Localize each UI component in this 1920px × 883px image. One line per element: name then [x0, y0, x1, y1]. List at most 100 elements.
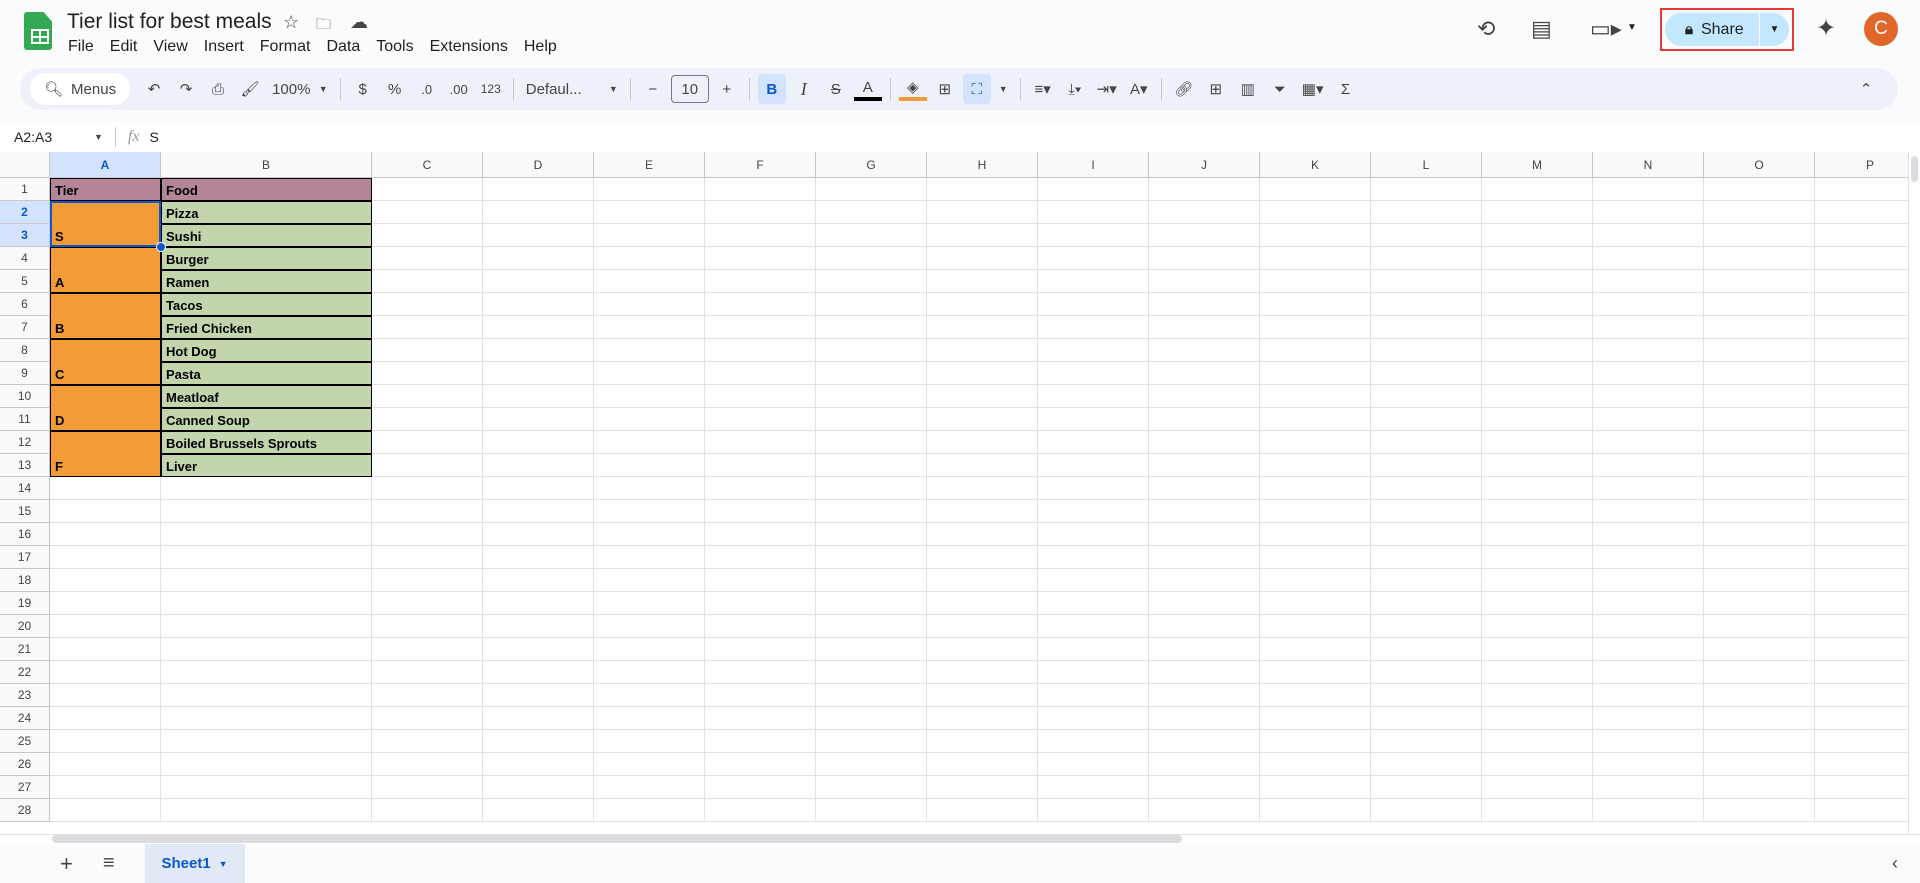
cell[interactable]: [1260, 178, 1371, 201]
cell[interactable]: [927, 707, 1038, 730]
cell[interactable]: [1371, 408, 1482, 431]
decrease-font-size-button[interactable]: −: [639, 74, 667, 104]
cell[interactable]: [1260, 638, 1371, 661]
cell[interactable]: [372, 408, 483, 431]
menu-extensions[interactable]: Extensions: [422, 38, 516, 56]
tier-cell[interactable]: B: [50, 293, 161, 339]
cell[interactable]: [1815, 523, 1908, 546]
cell[interactable]: [50, 707, 161, 730]
cell[interactable]: [816, 293, 927, 316]
cell[interactable]: [1593, 707, 1704, 730]
cell[interactable]: [927, 730, 1038, 753]
cell[interactable]: [1815, 247, 1908, 270]
cell[interactable]: [705, 730, 816, 753]
cell[interactable]: [927, 753, 1038, 776]
name-box[interactable]: A2:A3: [14, 129, 94, 145]
row-header[interactable]: 10: [0, 385, 50, 408]
cell[interactable]: [1149, 592, 1260, 615]
food-cell[interactable]: Pasta: [161, 362, 372, 385]
percent-button[interactable]: %: [381, 74, 409, 104]
cell[interactable]: [816, 500, 927, 523]
cell[interactable]: [161, 592, 372, 615]
cell[interactable]: [1482, 247, 1593, 270]
cell[interactable]: [1038, 776, 1149, 799]
cell[interactable]: [1593, 316, 1704, 339]
cell[interactable]: [1260, 753, 1371, 776]
cell[interactable]: [372, 592, 483, 615]
cell[interactable]: [1482, 546, 1593, 569]
text-color-button[interactable]: A: [853, 77, 882, 101]
row-header[interactable]: 28: [0, 799, 50, 822]
cell[interactable]: [1482, 730, 1593, 753]
cell[interactable]: [372, 224, 483, 247]
cell[interactable]: [705, 201, 816, 224]
cell[interactable]: [1704, 385, 1815, 408]
version-history-icon[interactable]: ⟲: [1477, 16, 1495, 42]
row-header[interactable]: 1: [0, 178, 50, 201]
filter-icon[interactable]: ⏷: [1266, 74, 1294, 104]
cell[interactable]: [1038, 753, 1149, 776]
cell[interactable]: [1704, 247, 1815, 270]
cell[interactable]: [594, 730, 705, 753]
share-button[interactable]: 🔒︎ Share ▼: [1665, 13, 1789, 46]
cell[interactable]: [161, 799, 372, 822]
cell[interactable]: [372, 638, 483, 661]
cell[interactable]: [594, 431, 705, 454]
cell[interactable]: [1371, 753, 1482, 776]
cell[interactable]: [1260, 339, 1371, 362]
row-header[interactable]: 7: [0, 316, 50, 339]
cell[interactable]: [1593, 615, 1704, 638]
font-size-input[interactable]: 10: [670, 75, 709, 103]
cell[interactable]: [816, 753, 927, 776]
cell[interactable]: [816, 776, 927, 799]
cell[interactable]: [1704, 224, 1815, 247]
cell[interactable]: [927, 247, 1038, 270]
cell[interactable]: [705, 385, 816, 408]
cell[interactable]: [1038, 362, 1149, 385]
functions-button[interactable]: Σ: [1331, 74, 1359, 104]
cell[interactable]: [1371, 362, 1482, 385]
cell[interactable]: [1704, 546, 1815, 569]
cell[interactable]: [594, 661, 705, 684]
cell[interactable]: [1593, 477, 1704, 500]
cell[interactable]: [1482, 362, 1593, 385]
cell[interactable]: [483, 799, 594, 822]
header-cell-food[interactable]: Food: [161, 178, 372, 201]
cell[interactable]: [1704, 730, 1815, 753]
cell[interactable]: [1593, 799, 1704, 822]
cell[interactable]: [1704, 408, 1815, 431]
cell[interactable]: [161, 753, 372, 776]
menu-insert[interactable]: Insert: [196, 38, 252, 56]
document-title[interactable]: Tier list for best meals: [67, 10, 272, 34]
cell[interactable]: [927, 799, 1038, 822]
cell[interactable]: [927, 477, 1038, 500]
cell[interactable]: [372, 523, 483, 546]
cell[interactable]: [50, 477, 161, 500]
cell[interactable]: [1482, 753, 1593, 776]
cell[interactable]: [1260, 477, 1371, 500]
cell[interactable]: [1704, 753, 1815, 776]
cell[interactable]: [1149, 684, 1260, 707]
cell[interactable]: [1704, 523, 1815, 546]
cell[interactable]: [816, 592, 927, 615]
cell[interactable]: [1482, 178, 1593, 201]
cell[interactable]: [1038, 638, 1149, 661]
cell[interactable]: [1482, 431, 1593, 454]
cell[interactable]: [1371, 477, 1482, 500]
collapse-side-panel-icon[interactable]: ‹: [1892, 853, 1898, 874]
gemini-sparkle-icon[interactable]: ✦: [1816, 14, 1836, 43]
cell[interactable]: [483, 270, 594, 293]
menu-file[interactable]: File: [60, 38, 102, 56]
cell[interactable]: [927, 362, 1038, 385]
row-header[interactable]: 20: [0, 615, 50, 638]
cell[interactable]: [816, 362, 927, 385]
cell[interactable]: [372, 431, 483, 454]
cell[interactable]: [705, 247, 816, 270]
fill-handle[interactable]: [156, 242, 166, 252]
row-header[interactable]: 21: [0, 638, 50, 661]
cell[interactable]: [1482, 224, 1593, 247]
cell[interactable]: [1593, 592, 1704, 615]
cell[interactable]: [1371, 776, 1482, 799]
cell[interactable]: [1038, 224, 1149, 247]
column-header-i[interactable]: I: [1038, 152, 1149, 178]
